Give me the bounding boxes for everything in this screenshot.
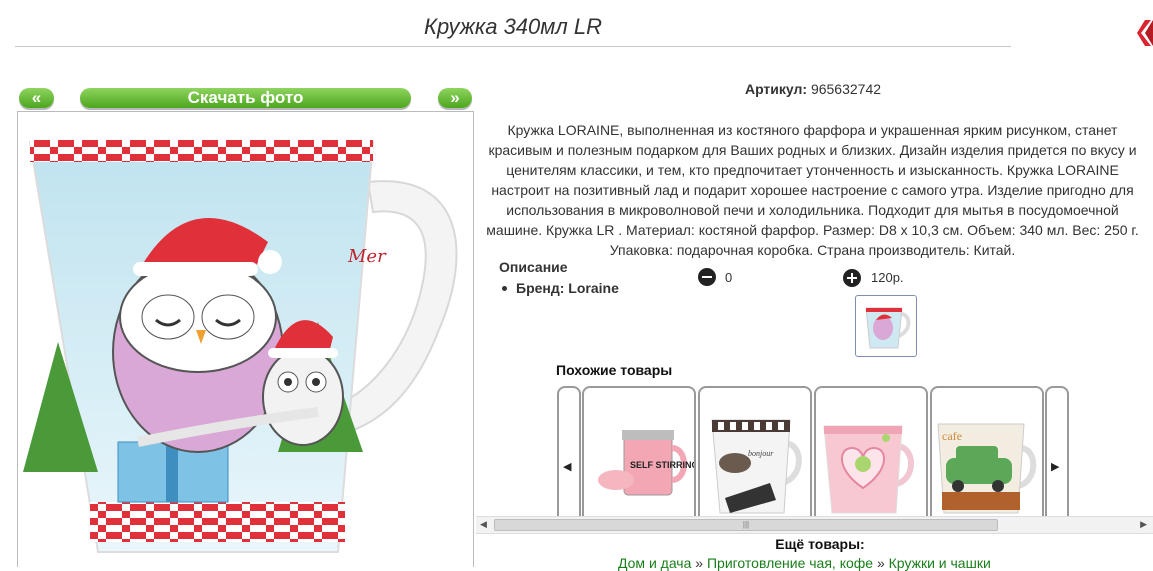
crumb-mugs-cups[interactable]: Кружки и чашки — [889, 555, 991, 571]
carousel-prev-button[interactable]: ◀ — [557, 386, 581, 520]
similar-item-3[interactable] — [814, 386, 928, 520]
scroll-left-icon[interactable]: ◀ — [480, 519, 487, 530]
spec-brand: Бренд: Loraine — [516, 280, 619, 296]
similar-item-2[interactable]: bonjour — [698, 386, 812, 520]
more-products-title: Ещё товары: — [775, 536, 865, 552]
bullet-icon — [502, 285, 507, 291]
product-thumbnail[interactable] — [855, 295, 917, 357]
spec-heading: Описание — [499, 259, 568, 275]
article-value: 965632742 — [810, 81, 882, 97]
similar-title: Похожие товары — [556, 362, 673, 378]
crumb-home-garden[interactable]: Дом и дача — [618, 555, 691, 571]
owl-mug-image: Mer — [23, 140, 458, 553]
self-stirring-mug-image: SELF STIRRING MUG — [598, 430, 694, 496]
carousel-right-icon: ▶ — [1051, 461, 1060, 473]
product-description: Кружка LORAINE, выполненная из костяного… — [486, 122, 1139, 258]
crumb-separator: » — [691, 555, 707, 571]
article-label: Артикул: — [744, 81, 808, 97]
spec-list: Бренд: Loraine — [500, 280, 619, 296]
crumb-tea-coffee[interactable]: Приготовление чая, кофе — [707, 555, 873, 571]
plus-icon[interactable] — [843, 269, 861, 287]
red-arrow-icon[interactable] — [1137, 18, 1153, 48]
svg-text:Mer: Mer — [347, 246, 387, 267]
product-photo: Mer — [17, 111, 474, 567]
scrollbar-thumb[interactable]: ||| — [494, 519, 998, 531]
crumb-separator: » — [873, 555, 889, 571]
bonjour-mug-image: bonjour — [711, 419, 802, 514]
minus-icon[interactable] — [698, 268, 716, 286]
scroll-right-icon[interactable]: ▶ — [1140, 519, 1147, 530]
next-photo-button[interactable]: » — [438, 88, 472, 108]
prev-photo-button[interactable]: « — [19, 88, 54, 108]
similar-item-2-label: bonjour — [748, 449, 774, 458]
horizontal-scrollbar[interactable]: ◀ ||| ▶ — [476, 516, 1153, 534]
cafe-car-mug-image: cafe — [937, 423, 1037, 514]
category-breadcrumb: Дом и дача » Приготовление чая, кофе » К… — [618, 555, 991, 571]
heart-mug-image — [823, 425, 914, 514]
mug-thumbnail-image — [865, 307, 911, 349]
download-photo-button[interactable]: Скачать фото — [80, 88, 411, 108]
article-line: Артикул: 965632742 — [600, 81, 1026, 97]
quantity-value: 0 — [725, 270, 733, 285]
similar-item-1-label: SELF STIRRING MUG — [630, 460, 694, 470]
page-title: Кружка 340мл LR — [15, 14, 1011, 47]
carousel-left-icon: ◀ — [563, 461, 572, 473]
carousel-next-button[interactable]: ▶ — [1045, 386, 1069, 520]
similar-item-1[interactable]: SELF STIRRING MUG — [582, 386, 696, 520]
similar-item-4[interactable]: cafe — [930, 386, 1044, 520]
similar-item-4-label: cafe — [942, 429, 962, 443]
price-value: 120р. — [871, 270, 904, 285]
